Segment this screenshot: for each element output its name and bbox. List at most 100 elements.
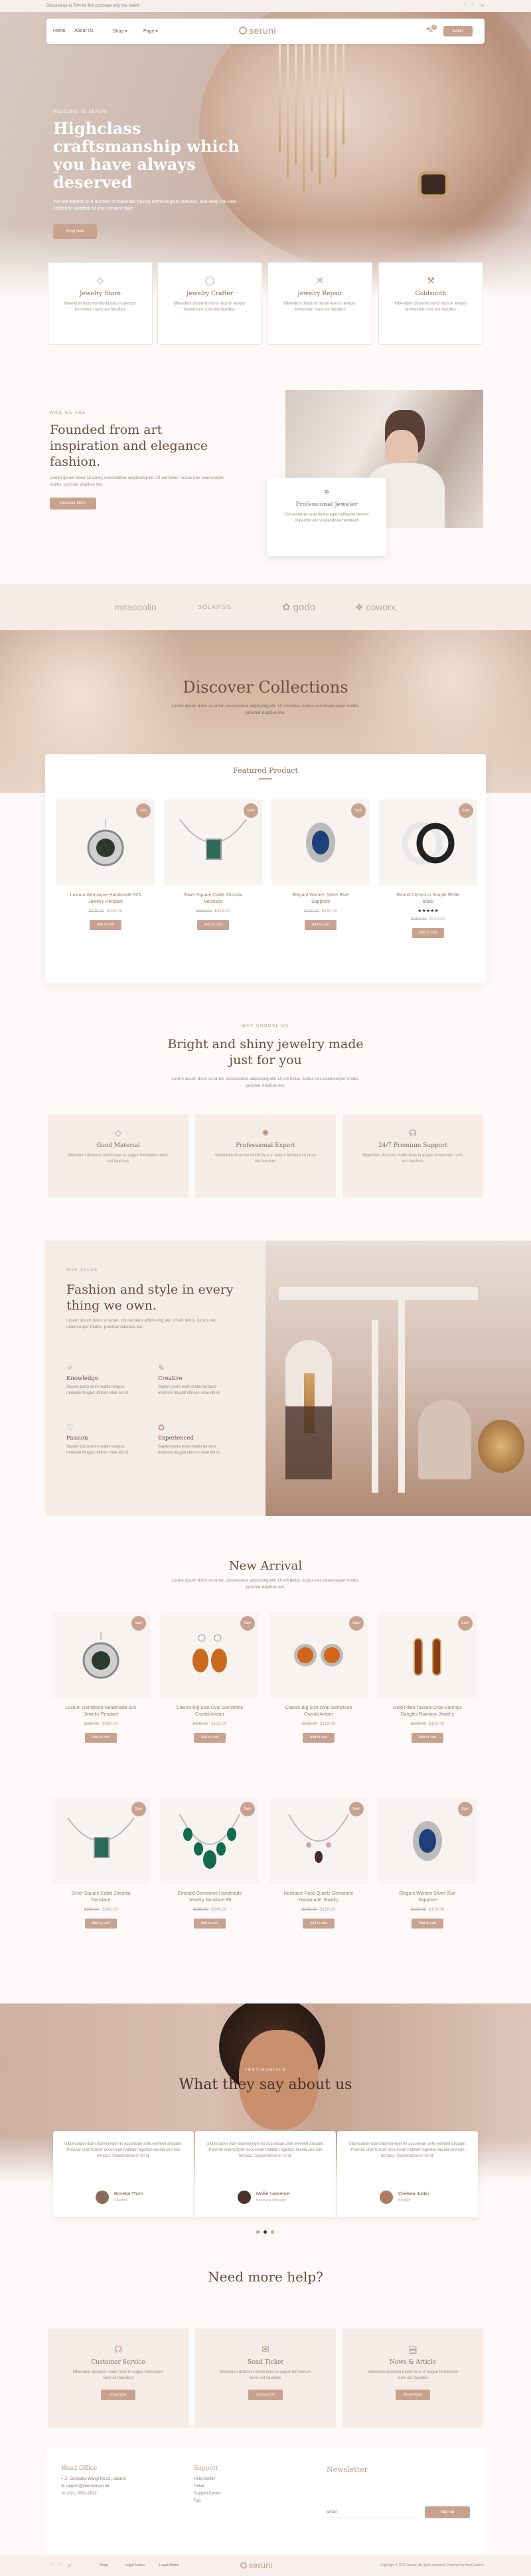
logo-mark-icon [239,27,247,34]
add-to-cart-button[interactable]: Add to cart [303,1733,335,1743]
add-to-cart-button[interactable]: Add to cart [412,1919,443,1929]
read-more-button[interactable]: Read More [396,2390,430,2400]
login-button[interactable]: Login [443,26,473,36]
service-card[interactable]: ◯ Jewelry Crafter Mbendum dictumst morbi r… [157,262,262,345]
help-card: ☊ Customer Service Mbendum dictumst morbi … [48,2329,189,2428]
add-to-cart-button[interactable]: Add to cart [412,928,444,938]
service-card[interactable]: ✕ Jewelry Repair Mbendum dictumst morbi ri… [267,262,372,345]
product-card[interactable]: Sale! Luxium Gemstone Handmade 925 Jewel… [56,799,155,942]
brand-strip: miracoolin SOLARGS ✿ godo ❖ coworx. [0,584,531,630]
hammer-icon: ⚒ [427,275,435,285]
support-heading: Support [194,2465,218,2472]
service-card[interactable]: ◇ Jewelry Store Mbendum dictumst morbi ris… [48,262,153,345]
service-card[interactable]: ⚒ Goldsmith Mbendum dictumst morbi risus i… [378,262,483,345]
add-to-cart-button[interactable]: Add to cart [194,1733,226,1743]
main-nav: Home About Us Shop ▾ Page ▾ seruni ⛍ 0 L… [46,19,485,44]
copyright: Copyright © 2022 Seruni. All rights rese… [380,2563,485,2567]
values-title: Fashion and style in every thing we own. [66,1282,234,1313]
product-card[interactable]: Sale! Elegant Women Silver Blue Sapphire… [378,1798,477,1940]
product-card[interactable]: Sale! Necklace Rose Quartz Gemstone Hand… [269,1798,368,1940]
site-logo[interactable]: seruni [239,25,276,36]
nav-about[interactable]: About Us [74,29,94,33]
nav-home[interactable]: Home [53,29,66,33]
add-to-cart-button[interactable]: Add to cart [412,1733,443,1743]
twitter-icon[interactable]: t [60,2563,61,2567]
shop-now-button[interactable]: Shop Now [53,224,97,239]
pen-icon: ✎ [158,1363,165,1373]
footer-link[interactable]: Faq [194,2498,200,2505]
bottom-link[interactable]: Legal Notes [159,2563,179,2567]
value-item: ✧ Knowledge Sapien porta enim mattis tempu… [66,1363,139,1396]
bulb-icon: ✧ [66,1363,74,1373]
tools-icon: ✕ [316,275,324,285]
necklace-image [67,1817,135,1858]
carousel-dot[interactable] [271,2230,274,2234]
add-to-cart-button[interactable]: Add to cart [197,920,229,930]
amber-earrings-image [192,1634,227,1672]
newsletter-heading: Newsletter [327,2465,368,2474]
bottom-link[interactable]: Legal Notice [125,2563,145,2567]
footer-link[interactable]: Help Center [194,2476,215,2483]
carousel-dot-active[interactable] [264,2230,267,2234]
bottom-link[interactable]: Shop [100,2563,108,2567]
add-to-cart-button[interactable]: Add to cart [90,920,121,930]
diamond-icon: ◇ [115,1128,121,1138]
why-text: Lorem ipsum dolor sit amet, consectetur … [171,1077,360,1088]
product-card[interactable]: Sale! Gold Filled Tassels Drop Earrings … [378,1612,477,1755]
newsletter-email-input[interactable] [327,2506,419,2518]
product-card[interactable]: Sale! Silver Square Cable Zirconia Neckl… [164,799,262,942]
product-card[interactable]: Sale! Round Ceramics Simple White Black ★… [379,799,477,942]
add-to-cart-button[interactable]: Add to cart [85,1919,117,1929]
twitter-icon[interactable]: t [473,3,474,7]
chat-now-button[interactable]: Chat Now [101,2390,135,2400]
product-card[interactable]: Sale! Elegant Women Silver Blue Sapphire… [271,799,370,942]
logo-mark-icon [240,2562,247,2569]
facebook-icon[interactable]: f [465,3,466,7]
email-link[interactable]: ✉ support@yourdomain.tld [61,2483,109,2490]
support-icon: ☊ [409,1128,417,1138]
facebook-icon[interactable]: f [52,2563,53,2567]
nav-shop[interactable]: Shop ▾ [113,29,127,34]
sign-up-button[interactable]: Sign up [425,2506,470,2518]
testimonial-card: Ullamcorper diam laoreet eget mi accumsa… [53,2131,194,2217]
product-card[interactable]: Sale! Classic Big Size Oval Gemstone Cry… [269,1612,368,1755]
gem-icon: ◇ [97,275,104,285]
product-card[interactable]: Sale! Emerald Gemstone Handmade Jewelry … [161,1798,259,1940]
hero-subtitle: We are experts in a number of materials … [53,200,237,211]
medal-icon: ✪ [158,1423,165,1432]
arrival-text: Lorem ipsum dolor sit amet, consectetur … [171,1578,360,1590]
product-card[interactable]: Sale! Classic Big Size Oval Gemstone Cry… [161,1612,259,1755]
add-to-cart-button[interactable]: Add to cart [194,1919,226,1929]
about-title: Founded from art inspiration and eleganc… [50,423,208,469]
footer-link[interactable]: Support Center [194,2490,221,2498]
brand-logo: SOLARGS [198,604,232,610]
add-to-cart-button[interactable]: Add to cart [303,1919,335,1929]
footer-link[interactable]: Ticket [194,2483,204,2490]
feature-card: ✺ Professional Expert Mbendum dictumst mor… [195,1115,336,1197]
nav-page[interactable]: Page ▾ [143,29,158,34]
carousel-dot[interactable] [256,2230,260,2234]
testimonial-card: Ullamcorper diam laoreet eget mi accumsa… [337,2131,478,2217]
discover-more-button[interactable]: Discover More [50,498,96,509]
help-title: Need more help? [208,2269,323,2285]
product-card[interactable]: Sale! Silver Square Cable Zirconia Neckl… [52,1798,150,1940]
sapphire-ring-image [413,1821,442,1861]
hero-kicker: WELCOME TO SERUNI [53,110,108,114]
rating-stars: ★★★★★ [417,909,439,914]
bottom-bar: f t ◎ Shop Legal Notice Legal Notes seru… [0,2555,531,2576]
add-to-cart-button[interactable]: Add to cart [85,1733,117,1743]
instagram-icon[interactable]: ◎ [68,2563,71,2568]
add-to-cart-button[interactable]: Add to cart [305,920,337,930]
footer-logo[interactable]: seruni [240,2561,273,2570]
product-card[interactable]: Sale! Luxium Gemstone Handmade 925 Jewel… [52,1612,150,1755]
featured-title: Featured Product [233,766,298,775]
feature-card: ☊ 24/7 Premium Support Mbendum dictumst mo… [342,1115,483,1197]
contact-us-button[interactable]: Contact Us [248,2390,283,2400]
instagram-icon[interactable]: ◎ [481,3,484,8]
rings-icon: ⚭ [323,487,331,497]
help-card: ✉ Send Ticket Mbendum dictumst morbi risus… [195,2329,336,2428]
mail-icon: ✉ [262,2344,269,2354]
news-icon: ▤ [408,2344,417,2354]
testimonial-card: Ullamcorper diam laoreet eget mi accumsa… [195,2131,336,2217]
why-kicker: WHY CHOOSE US [242,1024,289,1028]
